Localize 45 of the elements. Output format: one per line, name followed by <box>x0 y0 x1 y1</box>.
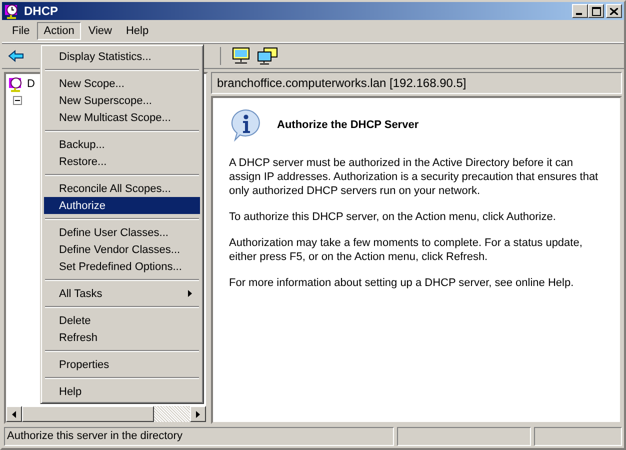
menu-option[interactable]: Authorize <box>44 197 200 214</box>
menu-option[interactable]: Define Vendor Classes... <box>44 241 200 258</box>
minimize-button[interactable] <box>572 4 588 18</box>
right-arrow-icon <box>196 410 200 418</box>
info-paragraph: Authorization may take a few moments to complete. For a status update, either press F5, or on the Action menu, click Refresh. <box>229 236 584 264</box>
info-paragraph: A DHCP server must be authorized in the Active Directory before it can assign IP addresses. Authorization is a security precaution that ensures that only authorized DHCP servers run on your network. <box>229 156 600 198</box>
menu-item[interactable]: File <box>5 22 37 40</box>
menu-option[interactable]: Properties <box>44 356 200 373</box>
left-arrow-icon <box>12 410 16 418</box>
menu-option[interactable]: Backup... <box>44 136 200 153</box>
menu-item[interactable]: View <box>81 22 119 40</box>
menu-option[interactable]: Restore... <box>44 153 200 170</box>
menu-option[interactable]: All Tasks <box>44 285 200 302</box>
menu-option[interactable]: Help <box>44 383 200 400</box>
close-button[interactable] <box>606 4 622 18</box>
menu-option[interactable]: Define User Classes... <box>44 224 200 241</box>
info-paragraph: To authorize this DHCP server, on the Action menu, click Authorize. <box>229 210 557 224</box>
menu-option[interactable]: Reconcile All Scopes... <box>44 180 200 197</box>
menu-option[interactable]: Delete <box>44 312 200 329</box>
maximize-button[interactable] <box>588 4 604 18</box>
scroll-right-button[interactable] <box>190 406 206 422</box>
info-icon <box>229 108 263 142</box>
menu-item[interactable]: Action <box>36 22 82 40</box>
menu-option[interactable]: Refresh <box>44 329 200 346</box>
info-paragraph: For more information about setting up a DHCP server, see online Help. <box>229 276 575 290</box>
menu-option[interactable]: Set Predefined Options... <box>44 258 200 275</box>
menu-item[interactable]: Help <box>118 22 156 40</box>
menu-option[interactable]: New Superscope... <box>44 92 200 109</box>
menu-option[interactable]: New Scope... <box>44 75 200 92</box>
back-button[interactable] <box>6 48 26 64</box>
window-title: DHCP <box>24 4 60 18</box>
tree-item[interactable]: D <box>26 78 36 90</box>
clock-monitor-icon <box>4 3 20 19</box>
expander-icon[interactable] <box>13 96 22 104</box>
menu-option[interactable]: Display Statistics... <box>44 48 200 65</box>
scroll-left-button[interactable] <box>6 406 22 422</box>
info-title: Authorize the DHCP Server <box>277 119 419 131</box>
maximize-icon <box>592 6 600 16</box>
status-text: Authorize this server in the directory <box>4 427 394 446</box>
submenu-arrow-icon <box>188 290 192 297</box>
scroll-thumb[interactable] <box>22 406 154 422</box>
menu-option[interactable]: New Multicast Scope... <box>44 109 200 126</box>
dhcp-icon <box>8 76 24 92</box>
close-icon <box>610 8 618 14</box>
pane-header: branchoffice.computerworks.lan [192.168.90.5] <box>211 72 622 94</box>
